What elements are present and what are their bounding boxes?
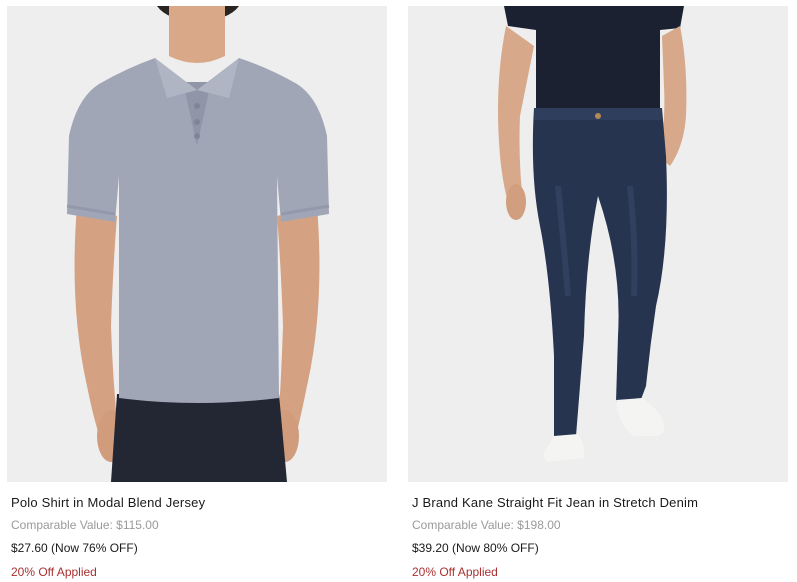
product-name[interactable]: J Brand Kane Straight Fit Jean in Stretc… [412,495,788,511]
product-card: J Brand Kane Straight Fit Jean in Stretc… [408,6,788,580]
product-image-polo-shirt[interactable] [7,6,387,482]
product-image-jeans[interactable] [408,6,788,482]
comparable-value: Comparable Value: $115.00 [11,518,159,532]
product-grid: Polo Shirt in Modal Blend Jersey Compara… [0,0,797,582]
sale-price: $27.60 (Now 76% OFF) [11,541,138,555]
product-name[interactable]: Polo Shirt in Modal Blend Jersey [11,495,387,511]
comparable-value: Comparable Value: $198.00 [412,518,561,532]
promo-applied-label: 20% Off Applied [11,565,97,579]
promo-applied-label: 20% Off Applied [412,565,498,579]
sale-price: $39.20 (Now 80% OFF) [412,541,539,555]
product-card: Polo Shirt in Modal Blend Jersey Compara… [7,6,387,580]
